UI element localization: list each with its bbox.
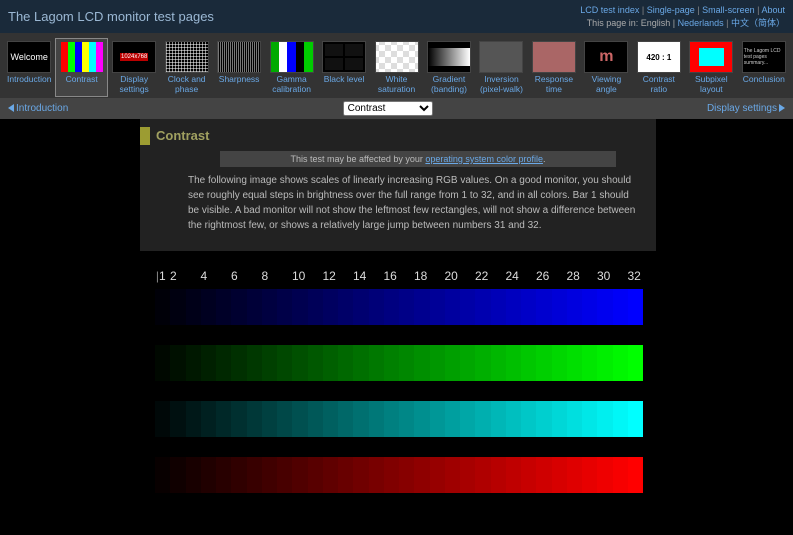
tick-label: 12 <box>323 269 338 283</box>
tick-label: 2 <box>170 269 185 283</box>
nav-item-clock-phase[interactable]: Clock and phase <box>161 39 211 96</box>
arrow-left-icon <box>8 104 14 112</box>
link-small-screen[interactable]: Small-screen <box>702 5 755 15</box>
tick-label: 20 <box>445 269 460 283</box>
content-area: Contrast This test may be affected by yo… <box>0 119 793 251</box>
nav-item-subpixel[interactable]: Subpixel layout <box>686 39 736 96</box>
tick-label: 10 <box>292 269 307 283</box>
tick-label <box>582 269 597 283</box>
page-title: Contrast <box>156 128 209 143</box>
tick-label: 16 <box>384 269 399 283</box>
tick-label: 18 <box>414 269 429 283</box>
header: The Lagom LCD monitor test pages LCD tes… <box>0 0 793 33</box>
contrast-bar-blue <box>155 289 643 325</box>
tick-label <box>277 269 292 283</box>
thumb-viewing-angle: m <box>584 41 628 73</box>
nav-bar: Welcome Introduction Contrast 1024x768 D… <box>0 33 793 98</box>
thumb-white-saturation <box>375 41 419 73</box>
nav-item-inversion[interactable]: Inversion (pixel-walk) <box>476 39 526 96</box>
tick-label <box>368 269 383 283</box>
tick-label: 4 <box>201 269 216 283</box>
nav-item-sharpness[interactable]: Sharpness <box>214 39 264 96</box>
tick-label <box>551 269 566 283</box>
thumb-gradient <box>427 41 471 73</box>
thumb-inversion <box>479 41 523 73</box>
tick-label: 26 <box>536 269 551 283</box>
link-lang-nl[interactable]: Nederlands <box>678 18 724 28</box>
test-area: |12468101214161820222426283032 <box>0 251 793 493</box>
tick-label <box>521 269 536 283</box>
nav-item-viewing-angle[interactable]: m Viewing angle <box>581 39 631 96</box>
tick-label <box>216 269 231 283</box>
tick-label <box>399 269 414 283</box>
tick-label: 8 <box>262 269 277 283</box>
site-title: The Lagom LCD monitor test pages <box>8 9 214 24</box>
thumb-contrast-ratio: 420 : 1 <box>637 41 681 73</box>
link-about[interactable]: About <box>761 5 785 15</box>
tick-label: 14 <box>353 269 368 283</box>
tick-label: 28 <box>567 269 582 283</box>
nav-item-response-time[interactable]: Response time <box>529 39 579 96</box>
tick-label: 30 <box>597 269 612 283</box>
contrast-bar-red <box>155 457 643 493</box>
page-select[interactable]: Contrast <box>343 101 433 116</box>
nav-item-conclusion[interactable]: The Lagom LCD test pages summary... Conc… <box>739 39 789 96</box>
tick-label <box>338 269 353 283</box>
link-index[interactable]: LCD test index <box>580 5 639 15</box>
tick-label <box>307 269 322 283</box>
notice-banner: This test may be affected by your operat… <box>220 151 616 167</box>
contrast-bar-cyan <box>155 401 643 437</box>
thumb-contrast <box>60 41 104 73</box>
next-link[interactable]: Display settings <box>707 103 785 114</box>
tick-label: 6 <box>231 269 246 283</box>
accent-bar <box>140 127 150 145</box>
thumb-black-level <box>322 41 366 73</box>
tick-label: 32 <box>628 269 643 283</box>
tick-label <box>490 269 505 283</box>
tick-label <box>246 269 261 283</box>
page-body: The following image shows scales of line… <box>140 173 656 251</box>
nav-item-contrast[interactable]: Contrast <box>56 39 106 96</box>
nav-item-gamma[interactable]: Gamma calibration <box>266 39 316 96</box>
tick-label: 1 <box>159 269 170 283</box>
header-links: LCD test index | Single-page | Small-scr… <box>580 4 785 29</box>
lang-label: This page in: English | <box>587 18 675 28</box>
nav-item-display-settings[interactable]: 1024x768 Display settings <box>109 39 159 96</box>
tick-labels: |12468101214161820222426283032 <box>155 269 643 283</box>
prev-link[interactable]: Introduction <box>8 103 68 114</box>
link-single-page[interactable]: Single-page <box>647 5 695 15</box>
tick-label <box>612 269 627 283</box>
thumb-gamma <box>270 41 314 73</box>
thumb-welcome: Welcome <box>7 41 51 73</box>
nav-item-gradient[interactable]: Gradient (banding) <box>424 39 474 96</box>
thumb-clock-phase <box>165 41 209 73</box>
thumb-response-time <box>532 41 576 73</box>
tick-label: 24 <box>506 269 521 283</box>
thumb-subpixel <box>689 41 733 73</box>
tick-label <box>185 269 200 283</box>
nav-item-contrast-ratio[interactable]: 420 : 1 Contrast ratio <box>634 39 684 96</box>
nav-item-black-level[interactable]: Black level <box>319 39 369 96</box>
tick-label <box>460 269 475 283</box>
nav-item-white-saturation[interactable]: White saturation <box>371 39 421 96</box>
tick-label: 22 <box>475 269 490 283</box>
thumb-sharpness <box>217 41 261 73</box>
sub-nav: Introduction Contrast Display settings <box>0 98 793 119</box>
link-lang-zh[interactable]: 中文（简体） <box>731 18 785 28</box>
contrast-bar-green <box>155 345 643 381</box>
color-profile-link[interactable]: operating system color profile <box>425 154 543 164</box>
arrow-right-icon <box>779 104 785 112</box>
thumb-display-settings: 1024x768 <box>112 41 156 73</box>
tick-label <box>429 269 444 283</box>
nav-item-introduction[interactable]: Welcome Introduction <box>4 39 54 96</box>
thumb-conclusion: The Lagom LCD test pages summary... <box>742 41 786 73</box>
